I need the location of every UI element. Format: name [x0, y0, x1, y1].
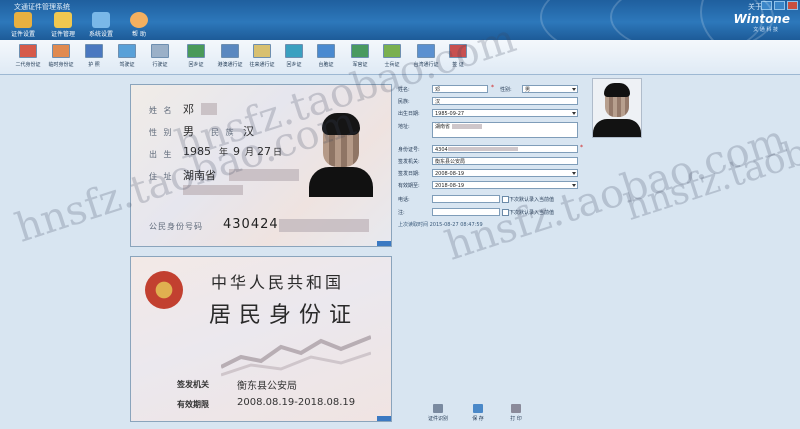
wintone-logo: Wintone	[733, 12, 790, 26]
driver-license-icon	[118, 44, 136, 58]
authority-field[interactable]: 衡东县公安局	[432, 157, 578, 165]
note-label: 注:	[398, 210, 405, 216]
main-tab-label: 证件设置	[10, 31, 35, 38]
toolbar-label: 行驶证	[152, 62, 168, 68]
title-bar: 文通证件管理系统 关于 Wintone 文 通 科 技 证件设置 证件管理 系统…	[0, 0, 800, 40]
valid-until-label: 有效期至:	[398, 183, 420, 189]
print-label: 打 印	[510, 416, 522, 422]
id-card-icon	[19, 44, 37, 58]
id-number-label: 身份证号:	[398, 147, 420, 153]
main-tab-label: 系统设置	[88, 31, 113, 38]
name-required-mark: *	[491, 84, 494, 91]
logo-subtitle: 文 通 科 技	[753, 27, 778, 33]
help-user-icon	[130, 12, 148, 28]
recognize-button[interactable]: 证件识别	[426, 404, 450, 422]
vehicle-license-icon	[151, 44, 169, 58]
national-emblem-icon	[145, 271, 183, 309]
card-back-title-doc: 居民身份证	[209, 303, 360, 328]
id-card-back-image: 中华人民共和国 居民身份证 签发机关 衡东县公安局 有效期限 2008.08.1…	[130, 256, 392, 422]
travel-permit-icon	[253, 44, 271, 58]
great-wall-pattern	[221, 335, 371, 377]
card-name-value: 邓	[183, 103, 194, 116]
save-button[interactable]: 保 存	[466, 404, 490, 422]
app-title: 文通证件管理系统	[14, 3, 70, 11]
save-label: 保 存	[472, 416, 484, 422]
birth-date-label: 出生日期:	[398, 111, 420, 117]
issue-date-picker[interactable]: 2008-08-19	[432, 169, 578, 177]
birth-date-picker[interactable]: 1985-09-27	[432, 109, 578, 117]
passport-icon	[85, 44, 103, 58]
main-tab-help[interactable]: 帮 助	[122, 12, 156, 38]
ethnic-label: 民族:	[398, 99, 410, 105]
phone-remember-checkbox[interactable]	[502, 196, 509, 203]
card-back-title-country: 中华人民共和国	[211, 273, 345, 292]
home-return-icon	[285, 44, 303, 58]
card-valid-value: 2008.08.19-2018.08.19	[237, 397, 356, 408]
return-permit-icon	[187, 44, 205, 58]
hk-macau-permit-icon	[221, 44, 239, 58]
card-authority-value: 衡东县公安局	[237, 381, 297, 392]
card-name-label: 姓 名	[149, 106, 174, 115]
phone-field[interactable]	[432, 195, 500, 203]
folder-icon	[54, 12, 72, 28]
taiwan-permit-icon	[317, 44, 335, 58]
ethnic-field[interactable]: 汉	[432, 97, 578, 105]
main-tab-id-settings[interactable]: 证件设置	[6, 12, 40, 38]
card-idnum-value: 430424	[223, 217, 279, 232]
sex-label: 性别:	[500, 87, 512, 93]
card-front-zoom-button[interactable]	[377, 241, 391, 246]
card-idnum-label: 公民身份号码	[149, 222, 203, 231]
save-icon	[473, 404, 483, 413]
card-valid-label: 有效期限	[177, 400, 209, 409]
toolbar-vehicle-license[interactable]: 行驶证	[140, 44, 180, 68]
main-tab-system-settings[interactable]: 系统设置	[84, 12, 118, 38]
id-settings-icon	[14, 12, 32, 28]
main-tab-label: 证件管理	[50, 31, 75, 38]
name-field[interactable]: 邓	[432, 85, 488, 93]
recognize-label: 证件识别	[427, 416, 448, 422]
issue-date-label: 签发日期:	[398, 171, 420, 177]
authority-label: 签发机关:	[398, 159, 420, 165]
main-tab-id-management[interactable]: 证件管理	[46, 12, 80, 38]
print-icon	[511, 404, 521, 413]
print-button[interactable]: 打 印	[504, 404, 528, 422]
sex-select[interactable]: 男	[522, 85, 578, 93]
card-authority-label: 签发机关	[177, 380, 209, 389]
address-label: 地址:	[398, 124, 410, 130]
card-back-zoom-button[interactable]	[377, 416, 391, 421]
card-sex-label: 性 别	[149, 128, 174, 137]
phone-label: 电话:	[398, 197, 410, 203]
portrait-photo	[592, 78, 642, 138]
id-required-mark: *	[580, 144, 583, 151]
scan-icon	[433, 404, 443, 413]
temp-id-icon	[52, 44, 70, 58]
officer-id-icon	[351, 44, 369, 58]
main-tab-label: 帮 助	[132, 31, 146, 38]
house-icon	[92, 12, 110, 28]
